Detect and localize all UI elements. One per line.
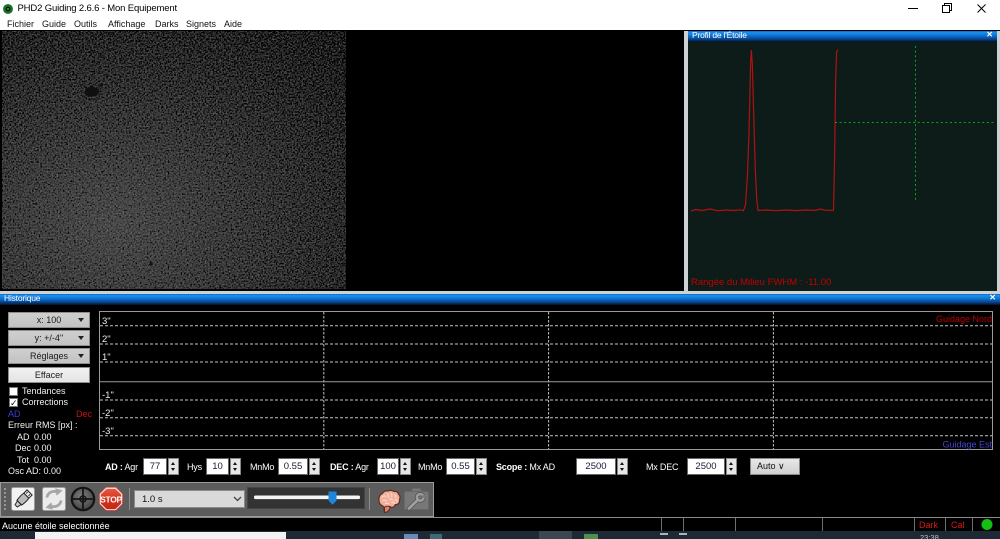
svg-text:Dark: Dark (919, 520, 939, 530)
svg-text:STOP: STOP (100, 494, 122, 504)
svg-text:1.0 s: 1.0 s (142, 494, 163, 505)
svg-text:2": 2" (102, 334, 111, 345)
svg-text:-3": -3" (102, 426, 114, 437)
svg-text:Guidage Est: Guidage Est (942, 440, 992, 450)
svg-text:Guidage Nord: Guidage Nord (936, 314, 992, 324)
svg-text:-1": -1" (102, 390, 114, 401)
svg-text:3": 3" (102, 316, 111, 327)
svg-text:Cal: Cal (951, 520, 965, 530)
svg-text:1": 1" (102, 352, 111, 363)
svg-text:-2": -2" (102, 408, 114, 419)
